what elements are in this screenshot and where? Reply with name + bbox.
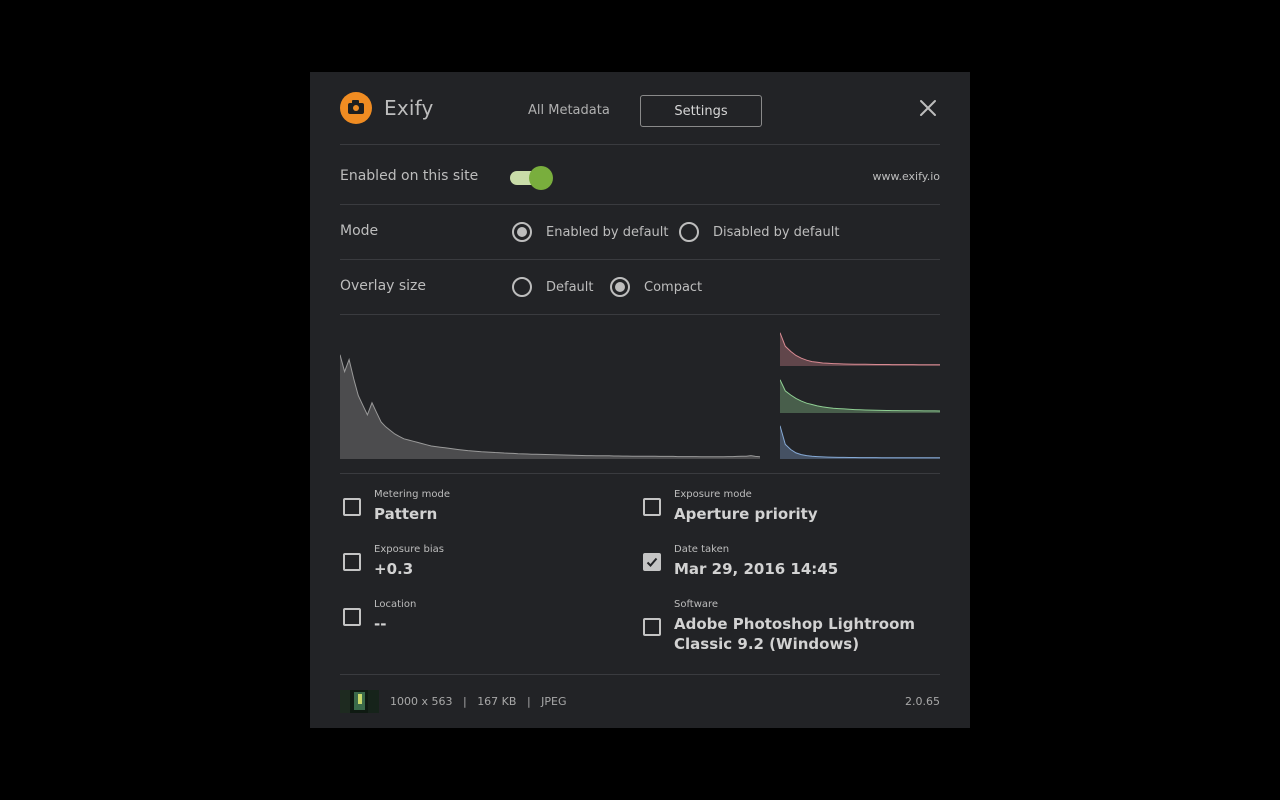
blue-histogram-area (780, 425, 940, 459)
divider (340, 144, 940, 145)
site-link[interactable]: www.exify.io (872, 170, 940, 183)
metering-mode-checkbox[interactable] (343, 498, 361, 516)
divider (340, 259, 940, 260)
blue-histogram-line (780, 425, 940, 459)
checkmark-icon (646, 557, 658, 567)
field-label: Exposure bias (374, 544, 444, 555)
radio-unselected-icon (679, 222, 699, 242)
image-info: 1000 x 563 | 167 KB | JPEG (390, 695, 567, 708)
radio-disabled-by-default[interactable]: Disabled by default (679, 222, 839, 242)
blue-histogram (780, 425, 940, 459)
image-dimensions: 1000 x 563 (390, 695, 453, 708)
version-label: 2.0.65 (905, 695, 940, 708)
image-thumbnail (340, 690, 379, 713)
radio-label: Disabled by default (713, 224, 840, 240)
radio-overlay-default[interactable]: Default (512, 277, 594, 297)
close-icon[interactable] (916, 96, 940, 120)
date-taken-checkbox[interactable] (643, 553, 661, 571)
location-checkbox[interactable] (343, 608, 361, 626)
enabled-label: Enabled on this site (340, 168, 479, 184)
field-value: Mar 29, 2016 14:45 (674, 560, 839, 578)
file-format: JPEG (541, 695, 567, 708)
camera-logo-icon (340, 92, 372, 124)
field-value: Adobe Photoshop Lightroom (674, 615, 916, 633)
green-histogram-area (780, 379, 940, 413)
mode-label: Mode (340, 223, 379, 239)
file-size: 167 KB (477, 695, 517, 708)
toggle-knob (529, 166, 553, 190)
tab-settings[interactable]: Settings (640, 95, 762, 127)
field-value: Aperture priority (674, 505, 818, 523)
field-label: Location (374, 599, 417, 610)
field-label: Date taken (674, 544, 730, 555)
field-label: Software (674, 599, 719, 610)
field-value: Pattern (374, 505, 438, 523)
luminance-histogram (340, 354, 760, 459)
radio-label: Enabled by default (546, 224, 669, 240)
exify-panel: Exify All Metadata Settings Enabled on t… (310, 72, 970, 728)
tab-all-metadata[interactable]: All Metadata (528, 103, 610, 118)
radio-unselected-icon (512, 277, 532, 297)
field-value: Classic 9.2 (Windows) (674, 635, 860, 653)
field-value: +0.3 (374, 560, 414, 578)
red-histogram-area (780, 332, 940, 366)
divider (340, 204, 940, 205)
exposure-mode-checkbox[interactable] (643, 498, 661, 516)
field-value: -- (374, 615, 387, 633)
field-label: Metering mode (374, 489, 450, 500)
field-label: Exposure mode (674, 489, 752, 500)
radio-selected-icon (610, 277, 630, 297)
red-histogram (780, 332, 940, 366)
divider (340, 674, 940, 675)
radio-selected-icon (512, 222, 532, 242)
divider (340, 473, 940, 474)
radio-label: Compact (644, 279, 703, 295)
enabled-toggle[interactable] (510, 166, 554, 190)
green-histogram (780, 379, 940, 413)
luminance-histogram-area (340, 354, 760, 459)
software-checkbox[interactable] (643, 618, 661, 636)
exposure-bias-checkbox[interactable] (343, 553, 361, 571)
overlay-size-label: Overlay size (340, 278, 427, 294)
app-title: Exify (384, 96, 434, 120)
radio-enabled-by-default[interactable]: Enabled by default (512, 222, 668, 242)
divider (340, 314, 940, 315)
radio-label: Default (546, 279, 594, 295)
radio-overlay-compact[interactable]: Compact (610, 277, 702, 297)
